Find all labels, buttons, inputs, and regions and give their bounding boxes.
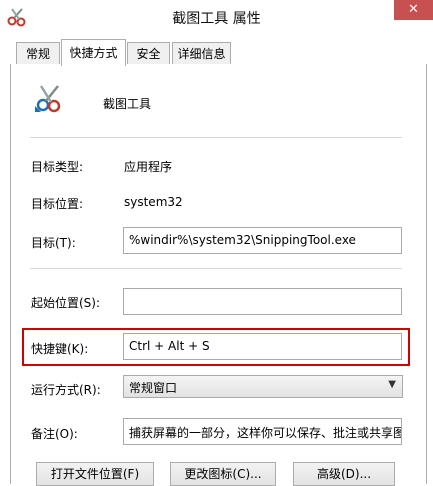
- run-select[interactable]: 常规窗口 ▼: [123, 375, 403, 398]
- divider: [30, 268, 402, 269]
- target-field[interactable]: %windir%\system32\SnippingTool.exe: [123, 227, 402, 254]
- tab-security[interactable]: 安全: [127, 42, 170, 65]
- comment-field[interactable]: 捕获屏幕的一部分，这样你可以保存、批注或共享图: [123, 418, 402, 445]
- snipping-tool-icon: [35, 85, 61, 113]
- target-type-label: 目标类型:: [31, 160, 84, 174]
- target-type-value: 应用程序: [124, 160, 173, 174]
- comment-label: 备注(O):: [31, 427, 78, 441]
- advanced-button[interactable]: 高级(D)...: [293, 462, 395, 486]
- target-location-label: 目标位置:: [31, 197, 84, 211]
- highlight-box: [22, 328, 410, 366]
- divider: [30, 137, 402, 138]
- start-in-field[interactable]: [123, 288, 402, 315]
- app-name: 截图工具: [103, 97, 152, 111]
- window-title: 截图工具 属性: [172, 11, 261, 27]
- open-file-location-button[interactable]: 打开文件位置(F): [36, 462, 154, 486]
- tab-shortcut[interactable]: 快捷方式: [61, 39, 126, 66]
- run-select-value: 常规窗口: [129, 381, 178, 395]
- target-label: 目标(T):: [31, 236, 76, 250]
- tab-details[interactable]: 详细信息: [172, 42, 231, 65]
- change-icon-button[interactable]: 更改图标(C)...: [170, 462, 276, 486]
- target-location-value: system32: [124, 195, 183, 209]
- tab-general[interactable]: 常规: [16, 42, 60, 65]
- close-button[interactable]: ✕: [394, 0, 433, 20]
- chevron-down-icon: ▼: [388, 379, 396, 390]
- run-label: 运行方式(R):: [31, 383, 101, 397]
- start-in-label: 起始位置(S):: [31, 296, 101, 310]
